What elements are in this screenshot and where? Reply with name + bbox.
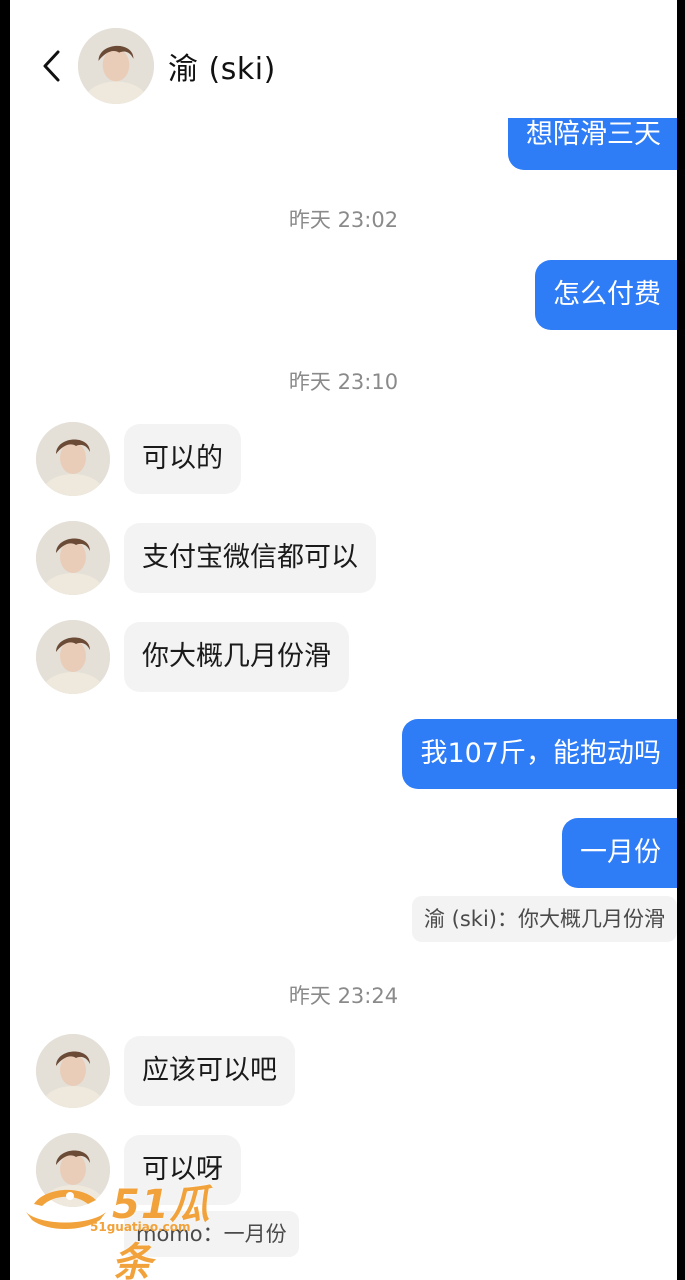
avatar[interactable] — [36, 1034, 110, 1108]
chat-thread[interactable]: 想陪滑三天 昨天 23:02 怎么付费 昨天 23:10 可以的 支付宝微信都可… — [10, 0, 677, 1280]
message-text: 你大概几月份滑 — [142, 641, 331, 672]
avatar[interactable] — [36, 620, 110, 694]
screen-edge-right — [677, 0, 685, 1280]
contact-name[interactable]: 渝 (ski) — [168, 44, 276, 88]
avatar-image — [36, 620, 110, 694]
avatar-image — [36, 422, 110, 496]
timestamp: 昨天 23:02 — [288, 208, 399, 232]
header-avatar[interactable] — [78, 28, 154, 104]
outgoing-message[interactable]: 一月份 — [562, 818, 677, 888]
message-text: 应该可以吧 — [142, 1055, 277, 1086]
quoted-reply[interactable]: 渝 (ski)：你大概几月份滑 — [412, 896, 677, 942]
message-bubble[interactable]: 支付宝微信都可以 — [124, 523, 376, 593]
watermark-url: 51guatiao.com — [90, 1220, 191, 1234]
message-text: 支付宝微信都可以 — [142, 542, 358, 573]
incoming-message[interactable]: 你大概几月份滑 — [36, 620, 349, 694]
message-bubble[interactable]: 应该可以吧 — [124, 1036, 295, 1106]
screen-edge-left — [0, 0, 10, 1280]
message-text: 怎么付费 — [553, 279, 661, 310]
message-text: 可以的 — [142, 443, 223, 474]
outgoing-message[interactable]: 我107斤，能抱动吗 — [402, 719, 677, 789]
chevron-left-icon — [43, 50, 60, 82]
message-text: 一月份 — [580, 837, 661, 868]
message-bubble[interactable]: 你大概几月份滑 — [124, 622, 349, 692]
avatar-image — [36, 1034, 110, 1108]
timestamp: 昨天 23:10 — [288, 370, 399, 394]
quote-text: 渝 (ski)：你大概几月份滑 — [424, 907, 665, 931]
watermark-logo: 51瓜条 51guatiao.com — [20, 1168, 250, 1280]
back-button[interactable] — [36, 46, 66, 86]
outgoing-message[interactable]: 怎么付费 — [535, 260, 677, 330]
timestamp: 昨天 23:24 — [288, 984, 399, 1008]
incoming-message[interactable]: 支付宝微信都可以 — [36, 521, 376, 595]
chat-header: 渝 (ski) — [10, 0, 677, 118]
message-bubble[interactable]: 可以的 — [124, 424, 241, 494]
avatar-image — [78, 28, 154, 104]
incoming-message[interactable]: 可以的 — [36, 422, 241, 496]
message-text: 想陪滑三天 — [526, 119, 661, 150]
avatar-image — [36, 521, 110, 595]
message-text: 我107斤，能抱动吗 — [420, 738, 661, 769]
avatar[interactable] — [36, 521, 110, 595]
avatar[interactable] — [36, 422, 110, 496]
incoming-message[interactable]: 应该可以吧 — [36, 1034, 295, 1108]
